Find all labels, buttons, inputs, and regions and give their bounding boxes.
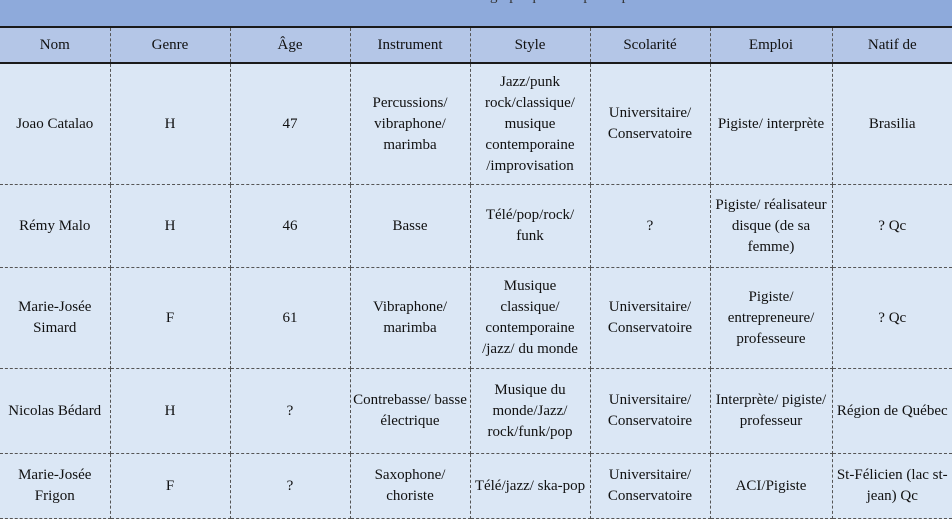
- cell-emploi: ACI/Pigiste: [709, 453, 833, 519]
- cell-age: ?: [229, 368, 351, 454]
- cell-nom: Marie-Josée Frigon: [0, 453, 111, 519]
- header-style: Style: [469, 28, 591, 64]
- table-row: Rémy Malo H 46 Basse Télé/pop/rock/ funk…: [0, 184, 952, 268]
- table-caption-strip: Tableau 2 : Données sociodémographiques …: [0, 0, 952, 26]
- cell-instrument: Basse: [349, 184, 471, 268]
- cell-instrument: Percussions/ vibraphone/ marimba: [349, 63, 471, 185]
- table-row: Marie-Josée Frigon F ? Saxophone/ choris…: [0, 453, 952, 519]
- cell-nom: Joao Catalao: [0, 63, 111, 185]
- cell-natif-de: ? Qc: [831, 267, 952, 369]
- cell-genre: F: [109, 453, 231, 519]
- cell-natif-de: Région de Québec: [831, 368, 952, 454]
- cell-scolarite: ?: [589, 184, 711, 268]
- cell-age: ?: [229, 453, 351, 519]
- cell-style: Jazz/punk rock/classique/ musique contem…: [469, 63, 591, 185]
- header-scolarite: Scolarité: [589, 28, 711, 64]
- cell-emploi: Pigiste/ interprète: [709, 63, 833, 185]
- cell-style: Télé/jazz/ ska-pop: [469, 453, 591, 519]
- cell-genre: H: [109, 368, 231, 454]
- cell-style: Télé/pop/rock/ funk: [469, 184, 591, 268]
- table-row: Marie-Josée Simard F 61 Vibraphone/ mari…: [0, 267, 952, 369]
- cell-instrument: Vibraphone/ marimba: [349, 267, 471, 369]
- cell-nom: Rémy Malo: [0, 184, 111, 268]
- cell-age: 46: [229, 184, 351, 268]
- header-emploi: Emploi: [709, 28, 833, 64]
- header-row: Nom Genre Âge Instrument Style Scolarité…: [0, 28, 952, 64]
- header-nom: Nom: [0, 28, 111, 64]
- cell-style: Musique classique/ contemporaine /jazz/ …: [469, 267, 591, 369]
- table-caption: Tableau 2 : Données sociodémographiques …: [0, 0, 952, 5]
- cell-age: 47: [229, 63, 351, 185]
- cell-instrument: Contrebasse/ basse électrique: [349, 368, 471, 454]
- cell-genre: H: [109, 184, 231, 268]
- cell-scolarite: Universitaire/ Conservatoire: [589, 453, 711, 519]
- participants-table: Nom Genre Âge Instrument Style Scolarité…: [0, 28, 952, 519]
- header-instrument: Instrument: [349, 28, 471, 64]
- cell-natif-de: Brasilia: [831, 63, 952, 185]
- cell-style: Musique du monde/Jazz/ rock/funk/pop: [469, 368, 591, 454]
- cell-scolarite: Universitaire/ Conservatoire: [589, 267, 711, 369]
- cell-nom: Nicolas Bédard: [0, 368, 111, 454]
- cell-scolarite: Universitaire/ Conservatoire: [589, 63, 711, 185]
- cell-emploi: Pigiste/ entrepreneure/ professeure: [709, 267, 833, 369]
- cell-natif-de: ? Qc: [831, 184, 952, 268]
- cell-emploi: Interprète/ pigiste/ professeur: [709, 368, 833, 454]
- header-genre: Genre: [109, 28, 231, 64]
- cell-natif-de: St-Félicien (lac st-jean) Qc: [831, 453, 952, 519]
- header-natif-de: Natif de: [831, 28, 952, 64]
- cell-nom: Marie-Josée Simard: [0, 267, 111, 369]
- header-age: Âge: [229, 28, 351, 64]
- cell-instrument: Saxophone/ choriste: [349, 453, 471, 519]
- cell-scolarite: Universitaire/ Conservatoire: [589, 368, 711, 454]
- cell-emploi: Pigiste/ réalisateur disque (de sa femme…: [709, 184, 833, 268]
- cell-age: 61: [229, 267, 351, 369]
- cell-genre: F: [109, 267, 231, 369]
- table-row: Joao Catalao H 47 Percussions/ vibraphon…: [0, 63, 952, 185]
- cell-genre: H: [109, 63, 231, 185]
- table-row: Nicolas Bédard H ? Contrebasse/ basse él…: [0, 368, 952, 454]
